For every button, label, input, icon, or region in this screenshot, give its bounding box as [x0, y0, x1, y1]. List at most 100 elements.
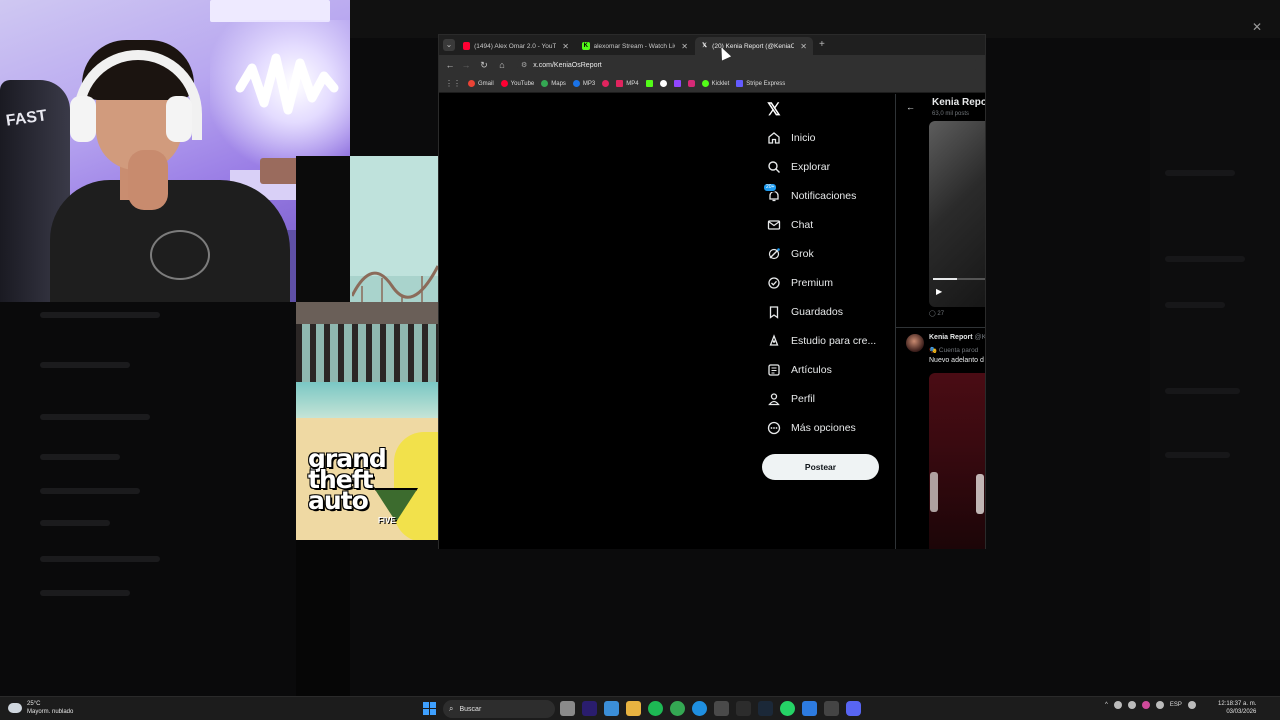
play-icon[interactable]: ▶ [936, 287, 942, 296]
x-nav-mas-opciones[interactable]: Más opciones [767, 418, 856, 438]
new-tab-icon[interactable]: + [819, 39, 825, 50]
bookmark-instagram[interactable] [687, 80, 695, 87]
twitch-icon [673, 80, 681, 87]
browser-toolbar: ← → ↻ ⌂ ⚙ x.com/KeniaOsReport [439, 55, 985, 75]
x-nav-articulos[interactable]: Artículos [767, 360, 832, 380]
x-nav-estudio[interactable]: Estudio para cre... [767, 331, 876, 351]
x-nav-notificaciones[interactable]: 20+ Notificaciones [763, 183, 856, 206]
x-nav-perfil[interactable]: Perfil [767, 389, 815, 409]
tray-app-icon[interactable] [1155, 701, 1164, 709]
xbox-icon[interactable] [736, 701, 751, 716]
task-view-icon[interactable] [560, 701, 575, 716]
x-logo-icon[interactable]: 𝕏 [767, 100, 781, 120]
volume-icon[interactable] [1187, 701, 1196, 709]
microphone-icon[interactable] [1141, 701, 1150, 709]
bookmark-gmail[interactable]: Gmail [468, 80, 494, 87]
clock[interactable]: 12:18:37 a. m. 03/03/2026 [1218, 700, 1256, 716]
tab-close-icon[interactable]: ✕ [562, 42, 569, 51]
discord-icon[interactable] [846, 701, 861, 716]
bookmark-mp3[interactable]: MP3 [572, 80, 595, 87]
bookmark-icon [602, 80, 610, 87]
weather-widget[interactable]: 25°C Mayorm. nublado [8, 700, 73, 716]
tab-youtube[interactable]: (1494) Alex Omar 2.0 - YouTube ✕ [457, 37, 575, 55]
bookmark-unnamed-1[interactable] [602, 80, 610, 87]
bookmark-maps[interactable]: Maps [541, 80, 566, 87]
bookmark-stripe[interactable]: Stripe Express [736, 80, 785, 87]
bookmark-kicklet[interactable]: Kicklet [701, 80, 729, 87]
tweet-media[interactable] [929, 373, 985, 549]
app-icon[interactable] [802, 701, 817, 716]
bookmark-youtube[interactable]: YouTube [500, 80, 535, 87]
bookmark-label: Gmail [478, 80, 494, 87]
tab-close-icon[interactable]: ✕ [800, 42, 807, 51]
windows-start-icon[interactable] [423, 702, 436, 715]
bookmark-twitch[interactable] [673, 80, 681, 87]
reload-icon[interactable]: ↻ [477, 58, 491, 72]
steam-icon[interactable] [758, 701, 773, 716]
bookmark-tiktok[interactable] [659, 80, 667, 87]
whatsapp-icon[interactable] [780, 701, 795, 716]
background-line [1165, 170, 1235, 176]
chrome-icon[interactable] [604, 701, 619, 716]
tweet-author-name: Kenia Report [929, 334, 973, 341]
air-conditioner [210, 0, 330, 22]
bookmark-kick[interactable] [645, 80, 653, 87]
notification-badge: 20+ [763, 183, 778, 192]
background-close-icon[interactable]: ✕ [1252, 20, 1262, 34]
file-explorer-icon[interactable] [626, 701, 641, 716]
tweet-author-handle: @K [974, 334, 985, 341]
taskbar-apps [560, 701, 861, 716]
chrome-app-icon[interactable] [670, 701, 685, 716]
gmail-icon [468, 80, 475, 87]
tray-app-icon[interactable] [1113, 701, 1122, 709]
tab-close-icon[interactable]: ✕ [681, 42, 688, 51]
x-nav-grok[interactable]: Grok [767, 244, 814, 264]
reply-count[interactable]: ◯ 27 [929, 310, 944, 317]
edge-icon[interactable] [692, 701, 707, 716]
tab-search-button[interactable]: ⌄ [443, 39, 455, 51]
address-bar[interactable]: ⚙ x.com/KeniaOsReport [517, 58, 977, 72]
back-arrow-icon[interactable]: ← [906, 102, 915, 112]
art-shadow [296, 156, 350, 302]
tab-x[interactable]: 𝕏 (20) Kenia Report (@KeniaOsR ✕ [695, 37, 813, 55]
sea [296, 382, 438, 422]
gta-cover-art: grand theft auto FIVE [296, 156, 438, 540]
search-icon [767, 160, 781, 174]
x-nav-label: Perfil [791, 393, 815, 405]
tweet-author[interactable]: Kenia Report @K [929, 334, 985, 341]
back-arrow-icon[interactable]: ← [443, 58, 457, 72]
tiktok-icon [659, 80, 667, 87]
bookmark-label: YouTube [510, 80, 535, 87]
app-icon[interactable] [824, 701, 839, 716]
post-button[interactable]: Postear [762, 454, 879, 480]
media-figure [976, 474, 984, 514]
x-nav-guardados[interactable]: Guardados [767, 302, 843, 322]
forward-arrow-icon[interactable]: → [459, 58, 473, 72]
site-info-icon[interactable]: ⚙ [521, 61, 527, 69]
store-icon[interactable] [714, 701, 729, 716]
chevron-up-icon[interactable]: ^ [1105, 702, 1108, 708]
background-line [1165, 452, 1230, 458]
logo-five: FIVE [378, 516, 396, 525]
tab-kick[interactable]: K alexomar Stream - Watch Live ✕ [576, 37, 694, 55]
home-icon[interactable]: ⌂ [495, 58, 509, 72]
x-nav-label: Chat [791, 219, 814, 231]
x-nav-premium[interactable]: Premium [767, 273, 833, 293]
x-nav-label: Artículos [791, 364, 832, 376]
language-indicator[interactable]: ESP [1170, 702, 1182, 708]
spotify-icon[interactable] [648, 701, 663, 716]
kicklet-icon [701, 80, 709, 87]
apps-grid-icon[interactable]: ⋮⋮ [445, 79, 461, 88]
premiere-icon[interactable] [582, 701, 597, 716]
browser-window: ⌄ (1494) Alex Omar 2.0 - YouTube ✕ K ale… [438, 34, 986, 549]
x-nav-chat[interactable]: Chat [767, 215, 813, 235]
tray-app-icon[interactable] [1127, 701, 1136, 709]
background-right-panel [1150, 60, 1280, 660]
weather-text: 25°C Mayorm. nublado [27, 700, 73, 716]
avatar[interactable] [906, 334, 924, 352]
taskbar-search[interactable]: ⌕ Buscar [443, 700, 555, 718]
neon-wave-icon [235, 53, 339, 115]
x-nav-explorar[interactable]: Explorar [767, 157, 830, 177]
x-nav-inicio[interactable]: Inicio [767, 128, 816, 148]
bookmark-mp4[interactable]: MP4 [616, 80, 639, 87]
